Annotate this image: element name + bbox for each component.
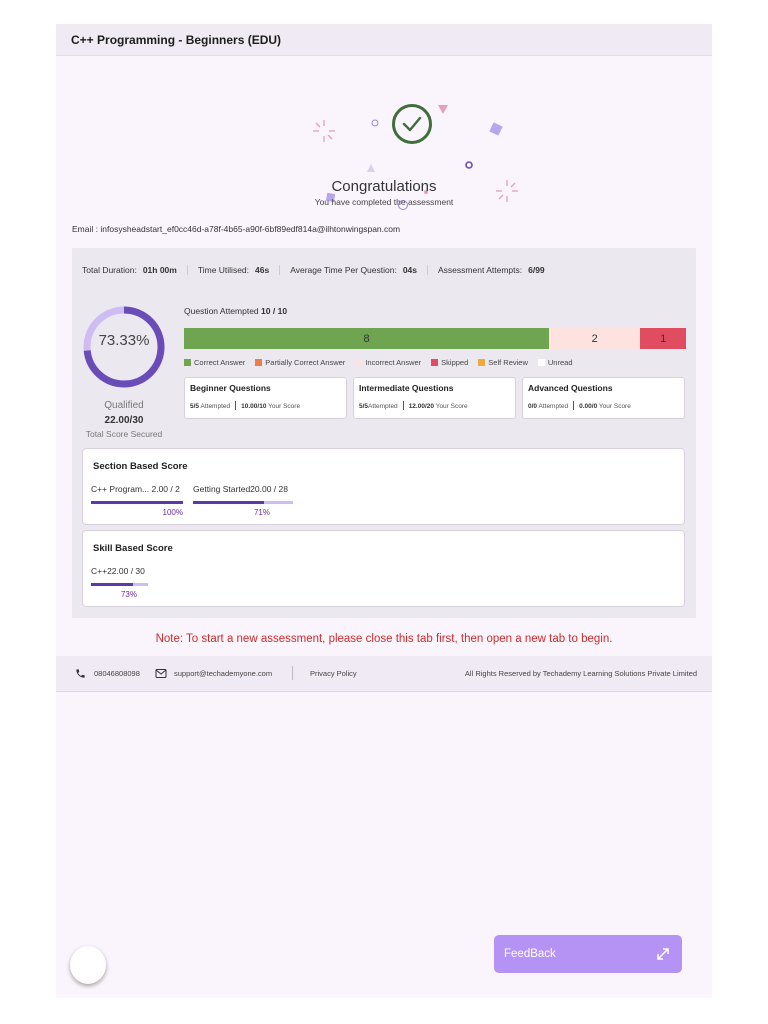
question-level-cards: Beginner Questions 5/5 Attempted 10.00/10… bbox=[184, 377, 691, 419]
legend-swatch bbox=[431, 359, 439, 366]
diamond-confetti-icon bbox=[489, 122, 503, 136]
new-assessment-note: Note: To start a new assessment, please … bbox=[155, 633, 613, 645]
completion-message: You have completed the assessment bbox=[314, 197, 454, 207]
qualified-status: Qualified bbox=[104, 400, 144, 411]
section-progress-track bbox=[193, 501, 293, 504]
support-phone[interactable]: 08046808098 bbox=[94, 669, 140, 678]
legend-item: Skipped bbox=[431, 358, 468, 367]
legend-item: Incorrect Answer bbox=[355, 358, 421, 367]
total-score: 22.00/30 bbox=[104, 415, 144, 426]
legend-label: Partially Correct Answer bbox=[265, 358, 346, 367]
copyright-text: All Rights Reserved by Techademy Learnin… bbox=[464, 669, 697, 678]
stat-average-time: Average Time Per Question: 04s bbox=[279, 265, 427, 275]
legend-swatch bbox=[355, 359, 363, 366]
legend-swatch bbox=[478, 359, 486, 366]
distribution-segment-correct: 8 bbox=[184, 328, 550, 349]
footer-divider bbox=[292, 666, 293, 680]
questions-attempted: Question Attempted 10 / 10 bbox=[184, 306, 288, 316]
legend-label: Skipped bbox=[441, 358, 469, 367]
triangle-confetti-icon bbox=[438, 105, 448, 114]
skill-item: C++22.00 / 30 bbox=[91, 566, 145, 576]
expand-icon[interactable] bbox=[656, 947, 670, 961]
support-email[interactable]: support@techademyone.com bbox=[174, 669, 272, 678]
footer: 08046808098 support@techademyone.com Pri… bbox=[56, 656, 712, 692]
section-item: C++ Program... 2.00 / 2 bbox=[91, 484, 180, 494]
stat-time-utilised: Time Utilised: 46s bbox=[186, 265, 279, 275]
intermediate-questions-card: Intermediate Questions 5/5Attempted 12.00… bbox=[353, 377, 516, 419]
section-percent: 100% bbox=[162, 508, 183, 517]
stat-total-duration: Total Duration: 01h 00m bbox=[82, 265, 177, 275]
score-percent: 73.33% bbox=[98, 332, 150, 349]
legend-swatch bbox=[255, 359, 263, 366]
stats-row: Total Duration: 01h 00m Time Utilised: 46s… bbox=[82, 265, 555, 275]
skill-progress-track bbox=[91, 583, 148, 586]
success-check-icon bbox=[392, 104, 432, 144]
course-title: C++ Programming - Beginners (EDU) bbox=[71, 32, 282, 47]
total-score-caption: Total Score Secured bbox=[85, 429, 163, 439]
section-score-title: Section Based Score bbox=[93, 461, 188, 472]
candidate-email: Email : infosysheadstart_ef0cc46d-a78f-4… bbox=[72, 224, 401, 234]
answer-distribution-bar: 821 bbox=[184, 328, 686, 349]
skill-score-card: Skill Based Score C++22.00 / 30 73% bbox=[82, 530, 685, 607]
answer-legend: Correct Answer Partially Correct Answer In… bbox=[184, 358, 583, 367]
small-triangle-confetti-icon bbox=[367, 164, 375, 172]
distribution-segment-incorrect: 2 bbox=[549, 328, 641, 349]
beginner-questions-card: Beginner Questions 5/5 Attempted 10.00/10… bbox=[184, 377, 347, 419]
sparkle-left-icon bbox=[313, 120, 335, 142]
legend-swatch bbox=[537, 359, 545, 366]
section-percent: 71% bbox=[253, 508, 270, 517]
privacy-policy-link[interactable]: Privacy Policy bbox=[310, 669, 357, 678]
legend-label: Correct Answer bbox=[194, 358, 246, 367]
legend-item: Unread bbox=[537, 358, 573, 367]
result-panel: Total Duration: 01h 00m Time Utilised: 46s… bbox=[72, 248, 696, 618]
circle-confetti-icon bbox=[371, 119, 379, 127]
skill-score-title: Skill Based Score bbox=[93, 543, 173, 554]
distribution-segment-skipped: 1 bbox=[640, 328, 686, 349]
ring-confetti-icon bbox=[465, 161, 473, 169]
floating-action-button[interactable] bbox=[70, 946, 106, 984]
section-progress-track bbox=[91, 501, 183, 504]
hero-section: Congratulations You have completed the a… bbox=[56, 56, 712, 210]
legend-item: Self Review bbox=[478, 358, 528, 367]
feedback-label: FeedBack bbox=[504, 948, 556, 960]
legend-label: Unread bbox=[547, 358, 573, 367]
stat-attempts: Assessment Attempts: 6/99 bbox=[427, 265, 555, 275]
score-donut: 73.33% bbox=[82, 303, 166, 391]
legend-label: Self Review bbox=[488, 358, 528, 367]
assessment-result-page: C++ Programming - Beginners (EDU) Congra… bbox=[56, 24, 712, 998]
legend-label: Incorrect Answer bbox=[365, 358, 422, 367]
advanced-questions-card: Advanced Questions 0/0 Attempted 0.00/0 Y… bbox=[522, 377, 685, 419]
section-item: Getting Started20.00 / 28 bbox=[193, 484, 288, 494]
legend-item: Correct Answer bbox=[184, 358, 245, 367]
phone-icon bbox=[76, 669, 85, 678]
skill-percent: 73% bbox=[120, 590, 137, 599]
legend-swatch bbox=[184, 359, 191, 366]
legend-item: Partially Correct Answer bbox=[255, 358, 345, 367]
top-bar: C++ Programming - Beginners (EDU) bbox=[56, 24, 712, 56]
section-score-card: Section Based Score C++ Program... 2.00 … bbox=[82, 448, 685, 525]
mail-icon bbox=[155, 669, 167, 678]
congratulations-heading: Congratulations bbox=[331, 178, 437, 195]
feedback-button[interactable]: FeedBack bbox=[494, 935, 682, 973]
